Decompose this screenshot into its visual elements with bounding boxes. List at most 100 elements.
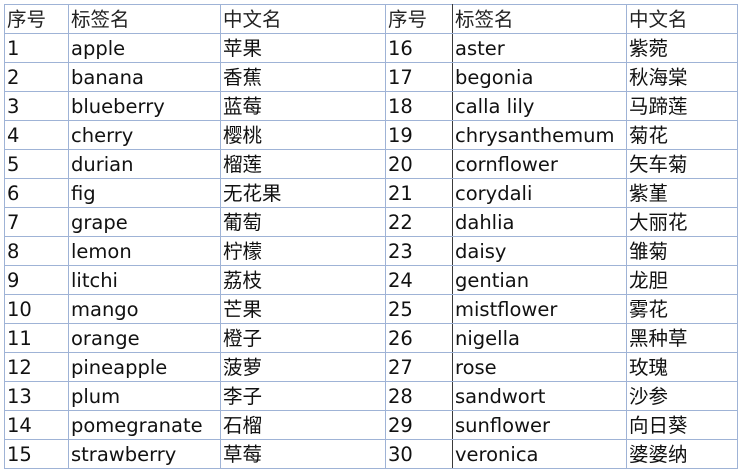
cell-label-name: nigella bbox=[452, 323, 627, 353]
table-row: 3 blueberry 蓝莓 18 calla lily 马蹄莲 bbox=[4, 91, 738, 121]
header-chinese-name: 中文名 bbox=[220, 4, 386, 34]
table-row: 14 pomegranate 石榴 29 sunflower 向日葵 bbox=[4, 410, 738, 440]
cell-index: 28 bbox=[385, 381, 453, 411]
cell-label-name: corydali bbox=[452, 178, 627, 208]
cell-chinese-name: 石榴 bbox=[220, 410, 386, 440]
cell-chinese-name: 柠檬 bbox=[220, 236, 386, 266]
cell-label-name: calla lily bbox=[452, 91, 627, 121]
cell-label-name: fig bbox=[68, 178, 221, 208]
cell-label-name: blueberry bbox=[68, 91, 221, 121]
table-row: 10 mango 芒果 25 mistflower 雾花 bbox=[4, 294, 738, 324]
header-row: 序号 标签名 中文名 序号 标签名 中文名 bbox=[4, 4, 738, 34]
cell-chinese-name: 菊花 bbox=[626, 120, 738, 150]
label-table: 序号 标签名 中文名 序号 标签名 中文名 1 apple 苹果 16 aster 紫菀 2… bbox=[4, 4, 738, 469]
cell-label-name: gentian bbox=[452, 265, 627, 295]
cell-chinese-name: 矢车菊 bbox=[626, 149, 738, 179]
cell-label-name: orange bbox=[68, 323, 221, 353]
cell-index: 11 bbox=[4, 323, 69, 353]
cell-chinese-name: 菠萝 bbox=[220, 352, 386, 382]
cell-chinese-name: 草莓 bbox=[220, 439, 386, 469]
header-index: 序号 bbox=[385, 4, 453, 34]
table-row: 5 durian 榴莲 20 cornflower 矢车菊 bbox=[4, 149, 738, 179]
cell-label-name: litchi bbox=[68, 265, 221, 295]
cell-chinese-name: 黑种草 bbox=[626, 323, 738, 353]
cell-label-name: sunflower bbox=[452, 410, 627, 440]
cell-index: 6 bbox=[4, 178, 69, 208]
table-row: 6 fig 无花果 21 corydali 紫堇 bbox=[4, 178, 738, 208]
cell-index: 15 bbox=[4, 439, 69, 469]
cell-chinese-name: 玫瑰 bbox=[626, 352, 738, 382]
cell-label-name: mango bbox=[68, 294, 221, 324]
cell-chinese-name: 荔枝 bbox=[220, 265, 386, 295]
table-row: 12 pineapple 菠萝 27 rose 玫瑰 bbox=[4, 352, 738, 382]
cell-index: 24 bbox=[385, 265, 453, 295]
cell-index: 13 bbox=[4, 381, 69, 411]
cell-index: 5 bbox=[4, 149, 69, 179]
cell-chinese-name: 沙参 bbox=[626, 381, 738, 411]
cell-label-name: pomegranate bbox=[68, 410, 221, 440]
cell-index: 16 bbox=[385, 33, 453, 63]
cell-index: 12 bbox=[4, 352, 69, 382]
cell-label-name: cornflower bbox=[452, 149, 627, 179]
cell-chinese-name: 秋海棠 bbox=[626, 62, 738, 92]
cell-index: 25 bbox=[385, 294, 453, 324]
cell-label-name: rose bbox=[452, 352, 627, 382]
cell-chinese-name: 樱桃 bbox=[220, 120, 386, 150]
cell-label-name: aster bbox=[452, 33, 627, 63]
cell-index: 18 bbox=[385, 91, 453, 121]
cell-chinese-name: 大丽花 bbox=[626, 207, 738, 237]
cell-label-name: strawberry bbox=[68, 439, 221, 469]
cell-index: 23 bbox=[385, 236, 453, 266]
cell-index: 20 bbox=[385, 149, 453, 179]
cell-label-name: pineapple bbox=[68, 352, 221, 382]
table-row: 7 grape 葡萄 22 dahlia 大丽花 bbox=[4, 207, 738, 237]
table-row: 15 strawberry 草莓 30 veronica 婆婆纳 bbox=[4, 439, 738, 469]
cell-chinese-name: 橙子 bbox=[220, 323, 386, 353]
cell-label-name: dahlia bbox=[452, 207, 627, 237]
table-row: 13 plum 李子 28 sandwort 沙参 bbox=[4, 381, 738, 411]
cell-chinese-name: 龙胆 bbox=[626, 265, 738, 295]
cell-label-name: lemon bbox=[68, 236, 221, 266]
cell-index: 10 bbox=[4, 294, 69, 324]
cell-chinese-name: 雏菊 bbox=[626, 236, 738, 266]
cell-label-name: plum bbox=[68, 381, 221, 411]
cell-label-name: sandwort bbox=[452, 381, 627, 411]
cell-chinese-name: 葡萄 bbox=[220, 207, 386, 237]
cell-chinese-name: 向日葵 bbox=[626, 410, 738, 440]
cell-chinese-name: 芒果 bbox=[220, 294, 386, 324]
cell-index: 27 bbox=[385, 352, 453, 382]
cell-chinese-name: 苹果 bbox=[220, 33, 386, 63]
cell-chinese-name: 婆婆纳 bbox=[626, 439, 738, 469]
table-row: 11 orange 橙子 26 nigella 黑种草 bbox=[4, 323, 738, 353]
cell-label-name: veronica bbox=[452, 439, 627, 469]
cell-index: 8 bbox=[4, 236, 69, 266]
cell-chinese-name: 紫堇 bbox=[626, 178, 738, 208]
cell-label-name: apple bbox=[68, 33, 221, 63]
cell-chinese-name: 无花果 bbox=[220, 178, 386, 208]
table-row: 2 banana 香蕉 17 begonia 秋海棠 bbox=[4, 62, 738, 92]
header-index: 序号 bbox=[4, 4, 69, 34]
cell-index: 2 bbox=[4, 62, 69, 92]
cell-index: 26 bbox=[385, 323, 453, 353]
cell-label-name: begonia bbox=[452, 62, 627, 92]
cell-index: 22 bbox=[385, 207, 453, 237]
cell-label-name: mistflower bbox=[452, 294, 627, 324]
table-row: 4 cherry 樱桃 19 chrysanthemum 菊花 bbox=[4, 120, 738, 150]
cell-label-name: banana bbox=[68, 62, 221, 92]
cell-index: 3 bbox=[4, 91, 69, 121]
cell-index: 21 bbox=[385, 178, 453, 208]
cell-chinese-name: 榴莲 bbox=[220, 149, 386, 179]
cell-index: 29 bbox=[385, 410, 453, 440]
cell-index: 7 bbox=[4, 207, 69, 237]
cell-chinese-name: 李子 bbox=[220, 381, 386, 411]
cell-index: 9 bbox=[4, 265, 69, 295]
header-label-name: 标签名 bbox=[452, 4, 627, 34]
cell-label-name: cherry bbox=[68, 120, 221, 150]
cell-index: 4 bbox=[4, 120, 69, 150]
cell-chinese-name: 雾花 bbox=[626, 294, 738, 324]
table-row: 8 lemon 柠檬 23 daisy 雏菊 bbox=[4, 236, 738, 266]
cell-index: 17 bbox=[385, 62, 453, 92]
cell-index: 1 bbox=[4, 33, 69, 63]
cell-index: 14 bbox=[4, 410, 69, 440]
header-label-name: 标签名 bbox=[68, 4, 221, 34]
